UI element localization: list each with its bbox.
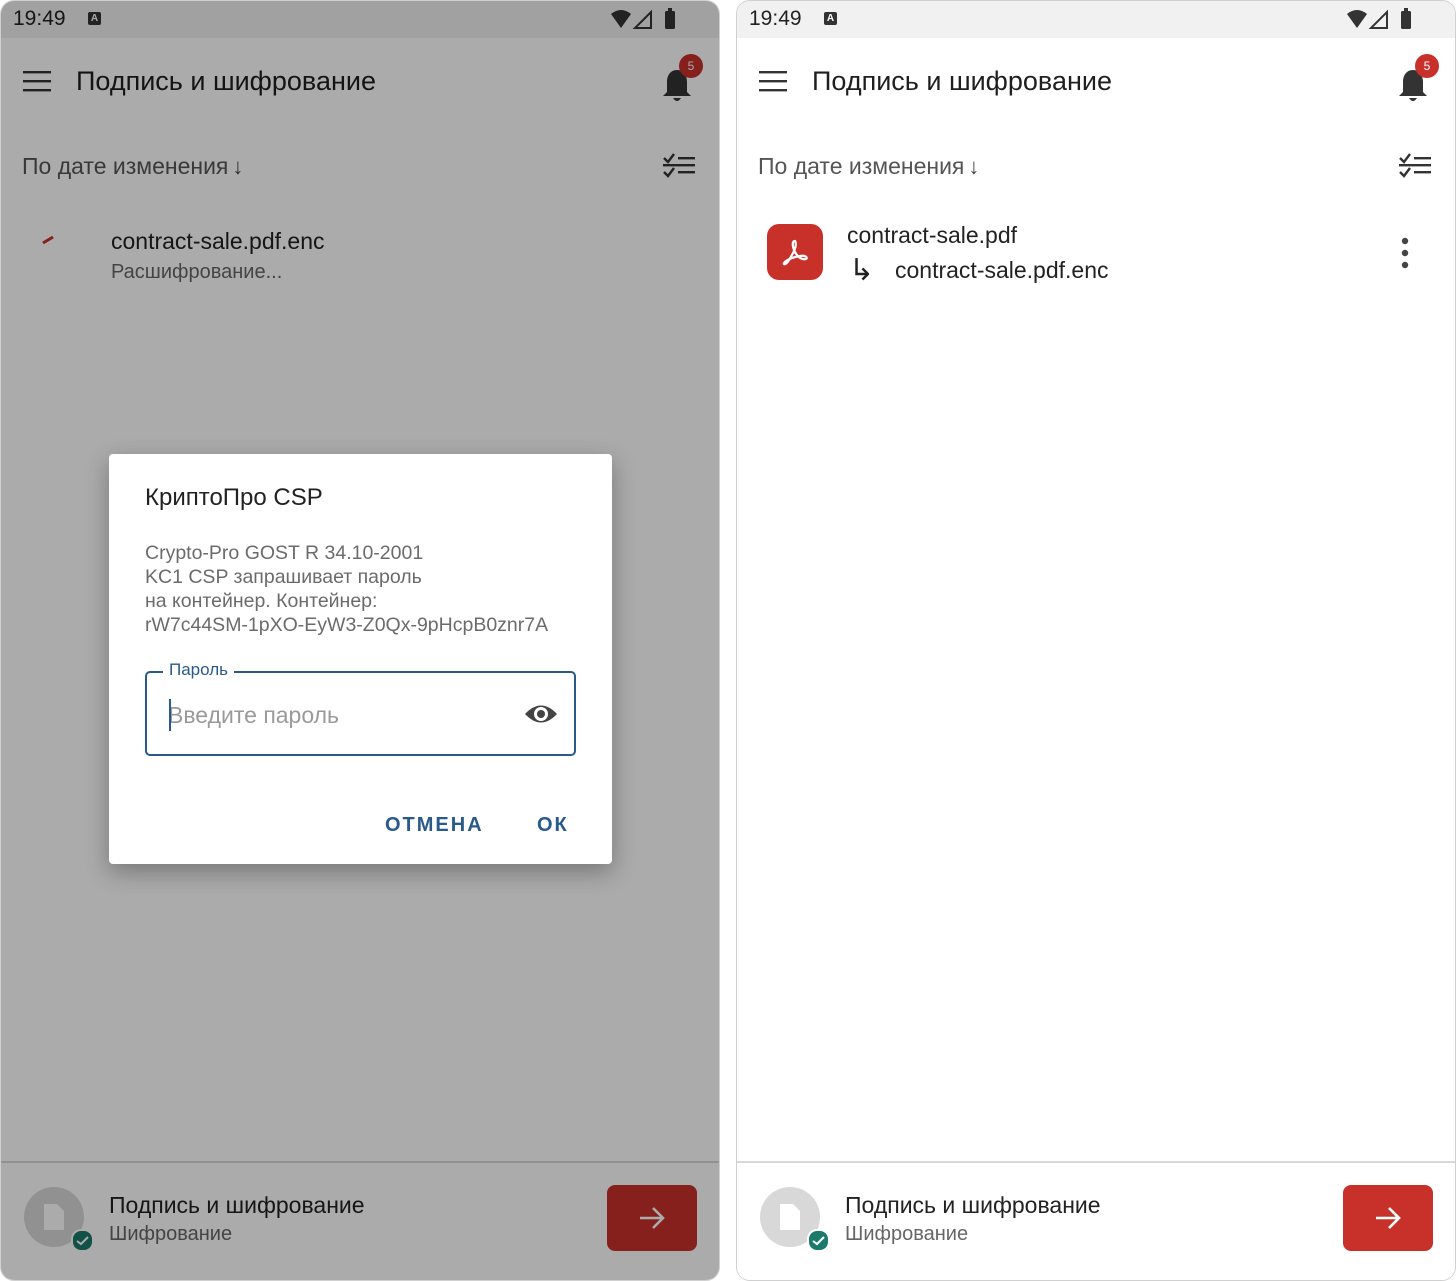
status-indicator: A [824, 12, 837, 25]
text-caret [169, 699, 171, 731]
password-input[interactable] [168, 699, 498, 731]
password-label: Пароль [163, 660, 234, 680]
pdf-icon [767, 224, 823, 280]
dialog-title: КриптоПро CSP [145, 484, 323, 511]
more-vert-icon[interactable] [1399, 235, 1411, 271]
password-dialog: КриптоПро CSP Crypto-Pro GOST R 34.10-20… [109, 454, 612, 864]
check-icon [807, 1229, 830, 1252]
dialog-message-line: rW7c44SM-1pXO-EyW3-Z0Qx-9pHcpB0znr7A [145, 614, 549, 636]
app-title: Подпись и шифрование [812, 66, 1112, 96]
menu-icon[interactable] [757, 68, 789, 94]
sort-row: По дате изменения ↓ [737, 129, 1455, 205]
dialog-message-line: KC1 CSP запрашивает пароль [145, 566, 422, 588]
sort-arrow-icon: ↓ [968, 154, 980, 179]
dialog-message-line: на контейнер. Контейнер: [145, 590, 378, 612]
dialog-message: Crypto-Pro GOST R 34.10-2001 KC1 CSP зап… [145, 541, 585, 637]
checklist-icon[interactable] [1397, 151, 1433, 181]
cancel-button[interactable]: ОТМЕНА [385, 814, 484, 837]
password-field: Пароль [145, 660, 576, 756]
status-time: 19:49 [749, 7, 802, 30]
ok-button[interactable]: ОК [537, 814, 569, 837]
dialog-message-line: Crypto-Pro GOST R 34.10-2001 [145, 542, 424, 564]
eye-icon[interactable] [523, 699, 559, 729]
child-file-name: contract-sale.pdf.enc [895, 257, 1109, 283]
wifi-icon [1347, 8, 1411, 29]
arrow-right-icon [1376, 1207, 1401, 1229]
bottom-task-bar: Подпись и шифрование Шифрование [737, 1161, 1455, 1280]
app-bar: Подпись и шифрование 5 [737, 38, 1455, 128]
file-name: contract-sale.pdf [847, 222, 1018, 248]
bottom-title: Подпись и шифрование [845, 1192, 1101, 1218]
bottom-subtitle: Шифрование [845, 1223, 969, 1245]
notification-badge: 5 [1415, 54, 1439, 78]
proceed-button[interactable] [1343, 1185, 1433, 1251]
phone-screen-encrypted: 19:49 A Подпись и шифрование 5 По дате и… [736, 0, 1456, 1281]
sort-button[interactable]: По дате изменения ↓ [758, 153, 979, 180]
sort-label: По дате изменения [758, 153, 965, 179]
status-bar: 19:49 A [737, 1, 1455, 38]
phone-screen-decrypting: 19:49 A Подпись и шифрование 5 По дате и… [0, 0, 720, 1281]
child-arrow-icon: ↳ [849, 254, 875, 287]
